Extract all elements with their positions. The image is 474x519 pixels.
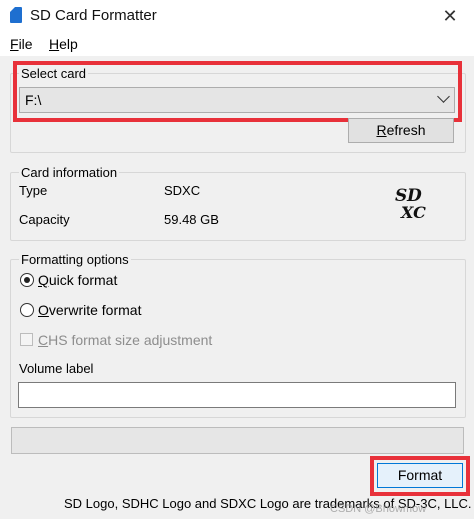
volume-label-caption: Volume label [19,361,94,376]
menu-file[interactable]: File [10,36,33,52]
overwrite-format-label[interactable]: Overwrite format [38,302,141,318]
menu-file-mnemonic: F [10,36,19,52]
refresh-button[interactable]: Refresh [348,118,454,143]
select-card-label: Select card [19,66,89,81]
volume-label-input[interactable] [18,382,456,408]
chevron-down-icon [437,90,450,103]
quick-format-label[interactable]: Quick format [38,272,117,288]
menu-help[interactable]: Help [49,36,78,52]
menu-help-mnemonic: H [49,36,60,52]
card-select[interactable]: F:\ [19,87,455,113]
format-button[interactable]: Format [377,463,463,488]
sd-card-app-icon [10,7,22,23]
window-title: SD Card Formatter [30,7,157,24]
quick-format-radio[interactable] [20,273,34,287]
refresh-label: efresh [386,122,426,138]
type-label: Type [19,183,48,198]
refresh-mnemonic: R [376,122,387,138]
menu-help-label: elp [59,36,78,52]
capacity-label: Capacity [19,212,70,227]
type-value: SDXC [164,183,201,198]
watermark: CSDN @Bhowmow [330,503,427,515]
capacity-value: 59.48 GB [164,212,219,227]
progress-bar [11,427,464,454]
menu-file-label: ile [18,36,33,52]
format-options-label: Formatting options [19,252,131,267]
card-info-label: Card information [19,165,120,180]
card-select-value: F:\ [25,92,42,108]
close-button[interactable]: ✕ [436,5,464,27]
overwrite-format-radio[interactable] [20,303,34,317]
sdxc-logo-icon: S D XC [395,186,426,222]
chs-label: CHS format size adjustment [38,332,213,348]
chs-checkbox[interactable] [20,333,33,346]
